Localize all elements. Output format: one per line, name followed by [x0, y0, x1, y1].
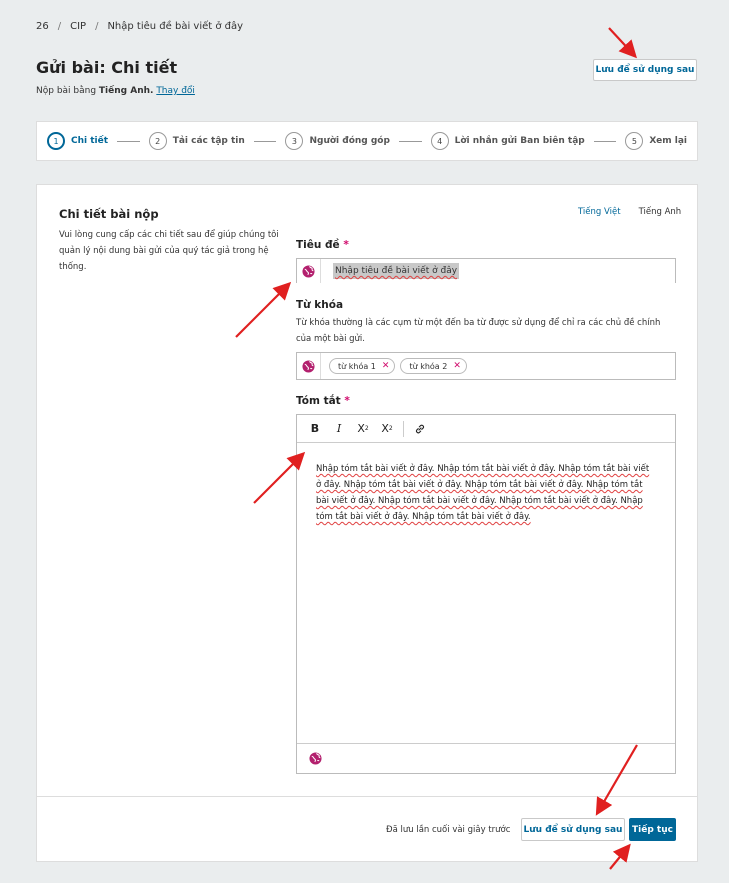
step-number: 1	[47, 132, 65, 150]
required-mark: *	[343, 239, 349, 251]
subscript-mark: 2	[388, 425, 393, 432]
step-number: 5	[625, 132, 644, 150]
superscript-mark: 2	[364, 425, 369, 432]
last-saved-message: Đã lưu lần cuối vài giây trước	[386, 825, 511, 835]
subscript-x: X	[381, 422, 389, 435]
subscript-button[interactable]: X2	[375, 418, 399, 440]
remove-keyword-icon[interactable]: ✕	[382, 361, 390, 371]
step-connector	[398, 140, 422, 142]
step-number: 4	[430, 132, 449, 150]
superscript-x: X	[357, 422, 365, 435]
section-title: Chi tiết bài nộp	[59, 207, 159, 221]
title-value: Nhập tiêu đề bài viết ở đây	[333, 263, 460, 279]
continue-button[interactable]: Tiếp tục	[629, 818, 676, 841]
bold-button[interactable]: B	[303, 418, 327, 440]
keywords-input[interactable]: từ khóa 1 ✕ từ khóa 2 ✕	[296, 352, 676, 380]
tab-vietnamese[interactable]: Tiếng Việt	[578, 207, 621, 217]
step-details[interactable]: 1 Chi tiết	[47, 132, 108, 150]
globe-icon[interactable]	[297, 744, 333, 773]
step-review[interactable]: 5 Xem lại	[625, 132, 687, 150]
breadcrumb-item-current: Nhập tiêu đề bài viết ở đây	[107, 21, 244, 32]
language-tabs: Tiếng Việt Tiếng Anh	[578, 207, 681, 217]
language-prefix: Nộp bài bằng	[36, 86, 99, 96]
italic-button[interactable]: I	[327, 418, 351, 440]
change-language-link[interactable]: Thay đổi	[156, 86, 195, 96]
save-for-later-button[interactable]: Lưu để sử dụng sau	[521, 818, 625, 841]
title-label-text: Tiêu đề	[296, 239, 340, 251]
keyword-chip-label: từ khóa 2	[409, 361, 448, 371]
keywords-description: Từ khóa thường là các cụm từ một đến ba …	[296, 318, 661, 344]
section-description: Vui lòng cung cấp các chi tiết sau để gi…	[59, 230, 279, 272]
toolbar-divider	[403, 420, 404, 437]
step-editor-comments[interactable]: 4 Lời nhắn gửi Ban biên tập	[430, 132, 585, 150]
breadcrumb-item-issue[interactable]: 26	[36, 21, 49, 32]
breadcrumb-separator: /	[95, 21, 99, 32]
annotation-arrow	[608, 27, 637, 59]
editor-footer	[297, 743, 675, 773]
abstract-text-area[interactable]: Nhập tóm tắt bài viết ở đây. Nhập tóm tắ…	[297, 443, 675, 525]
abstract-label: Tóm tắt *	[296, 395, 350, 407]
step-label: Người đóng góp	[309, 136, 390, 146]
keyword-chips: từ khóa 1 ✕ từ khóa 2 ✕	[329, 358, 467, 374]
required-mark: *	[344, 395, 350, 407]
abstract-editor: B I X2 X2 Nhập tóm tắt bài viết ở đây. N…	[296, 414, 676, 774]
progress-steps: 1 Chi tiết 2 Tải các tập tin 3 Người đón…	[36, 121, 698, 161]
abstract-text: Nhập tóm tắt bài viết ở đây. Nhập tóm tắ…	[316, 464, 650, 522]
title-label: Tiêu đề *	[296, 239, 349, 251]
keyword-chip: từ khóa 2 ✕	[400, 358, 467, 374]
keyword-chip: từ khóa 1 ✕	[329, 358, 396, 374]
details-panel: Chi tiết bài nộp Vui lòng cung cấp các c…	[36, 184, 698, 862]
step-label: Chi tiết	[71, 136, 109, 146]
step-upload-files[interactable]: 2 Tải các tập tin	[148, 132, 245, 150]
step-label: Xem lại	[649, 136, 687, 146]
step-contributors[interactable]: 3 Người đóng góp	[285, 132, 390, 150]
abstract-label-text: Tóm tắt	[296, 395, 341, 407]
link-icon[interactable]	[408, 418, 432, 440]
step-number: 3	[285, 132, 304, 150]
page-title: Gửi bài: Chi tiết	[36, 58, 178, 77]
language-name: Tiếng Anh.	[98, 86, 154, 96]
step-connector	[593, 140, 617, 142]
step-connector	[117, 140, 140, 142]
step-label: Lời nhắn gửi Ban biên tập	[454, 136, 585, 146]
keyword-chip-label: từ khóa 1	[338, 361, 376, 371]
submission-language-line: Nộp bài bằng Tiếng Anh. Thay đổi	[36, 86, 195, 96]
remove-keyword-icon[interactable]: ✕	[453, 361, 461, 371]
breadcrumb-separator: /	[57, 21, 62, 32]
breadcrumb: 26 / CIP / Nhập tiêu đề bài viết ở đây	[36, 21, 243, 32]
tab-english[interactable]: Tiếng Anh	[639, 207, 682, 217]
step-label: Tải các tập tin	[172, 136, 245, 146]
globe-icon[interactable]	[297, 259, 321, 283]
save-for-later-button-top[interactable]: Lưu để sử dụng sau	[593, 59, 697, 81]
breadcrumb-item-journal[interactable]: CIP	[70, 21, 86, 32]
globe-icon[interactable]	[297, 353, 321, 379]
step-connector	[253, 140, 277, 142]
step-number: 2	[148, 132, 167, 150]
title-input[interactable]: Nhập tiêu đề bài viết ở đây	[296, 258, 676, 283]
editor-toolbar: B I X2 X2	[297, 415, 675, 443]
superscript-button[interactable]: X2	[351, 418, 375, 440]
keywords-label: Từ khóa	[296, 299, 344, 311]
